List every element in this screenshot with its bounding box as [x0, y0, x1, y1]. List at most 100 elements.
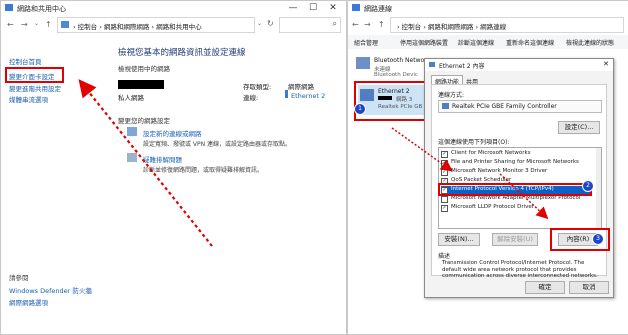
item-checkbox[interactable]: ✓ [441, 169, 448, 176]
tab-panel: 連線方式: Realtek PCIe GBE Family Controller… [431, 84, 610, 279]
network-type: 私人網路 [118, 94, 144, 102]
sidebar-item-media-stream[interactable]: 媒體串流選項 [9, 94, 48, 104]
item-checkbox[interactable]: ✓ [441, 160, 448, 167]
bluetooth-adapter-icon [356, 57, 370, 69]
breadcrumb-item[interactable]: 網路和共用中心 [156, 23, 202, 31]
step-badge-3: 3 [592, 233, 604, 245]
title-bar: 網路連線 [348, 1, 628, 15]
breadcrumb-item[interactable]: 控制台 [402, 23, 422, 31]
see-also-heading: 請參閱 [9, 274, 29, 282]
description-text: Transmission Control Protocol/Internet P… [442, 260, 598, 279]
setup-connection-link[interactable]: 設定新的連線或網路 [143, 128, 202, 138]
sidebar-item-home[interactable]: 控制台首頁 [9, 56, 42, 66]
sidebar-item-change-sharing[interactable]: 變更進階共用設定 [9, 83, 61, 93]
organize-menu[interactable]: 組合管理 [354, 38, 378, 47]
page-title: 檢視您基本的網路資訊並設定連線 [118, 48, 246, 58]
item-label: Microsoft Network Monitor 3 Driver [451, 168, 548, 174]
rename-button[interactable]: 重新命名這個連線 [506, 38, 554, 47]
search-icon: ⌕ [332, 19, 337, 28]
connect-using-label: 連線方式: [438, 92, 465, 99]
window-title: 網路連線 [364, 5, 392, 13]
ethernet-icon [285, 90, 288, 98]
ethernet-icon [429, 62, 435, 67]
forward-icon[interactable]: → [21, 20, 28, 29]
dialog-title-bar: Ethernet 2 內容 ✕ [425, 59, 613, 71]
toolbar: 組合管理 停用這個網路裝置 診斷這個連線 重新命名這個連線 檢視此連線的狀態 [348, 35, 628, 49]
network-name-redacted [118, 80, 164, 89]
list-item[interactable]: ✓ Microsoft Network Monitor 3 Driver [441, 168, 591, 176]
network-sharing-center-window: 網路和共用中心 — ☐ ✕ ← → ⌄ ↑ › 控制台 › 網路和網際網路 › … [0, 0, 347, 335]
maximize-button[interactable]: ☐ [304, 2, 322, 14]
forward-icon[interactable]: → [364, 20, 371, 29]
internet-options-link[interactable]: 網際網路選項 [9, 297, 48, 307]
item-checkbox[interactable] [441, 196, 448, 203]
up-icon[interactable]: ↑ [378, 20, 385, 29]
configure-button[interactable]: 設定(C)... [558, 121, 600, 134]
ethernet-properties-dialog: Ethernet 2 內容 ✕ 網路功能 共用 連線方式: Realtek PC… [424, 58, 614, 298]
dialog-close-icon[interactable]: ✕ [603, 60, 609, 68]
defender-firewall-link[interactable]: Windows Defender 防火牆 [9, 285, 92, 295]
adapter-bluetooth[interactable]: Bluetooth Netwo 未連線 Bluetooth Devic [356, 55, 426, 81]
list-scrollbar[interactable] [596, 148, 601, 228]
access-type-value: 網際網路 [288, 83, 314, 91]
disable-device-button[interactable]: 停用這個網路裝置 [400, 38, 448, 47]
adapter-box: Realtek PCIe GBE Family Controller [438, 100, 602, 113]
connection-link[interactable]: Ethernet 2 [291, 92, 325, 100]
nic-icon [442, 103, 449, 109]
refresh-icon[interactable]: ↻ [267, 19, 274, 28]
active-networks-heading: 檢視使用中的網路 [118, 65, 170, 73]
address-dropdown-icon[interactable]: ⌄ [257, 20, 262, 27]
breadcrumb: › 控制台 › 網路和網際網路 › 網路連線 [397, 23, 507, 31]
item-label: File and Printer Sharing for Microsoft N… [451, 159, 579, 165]
network-icon [352, 4, 360, 11]
status-button[interactable]: 檢視此連線的狀態 [566, 38, 614, 47]
search-input[interactable]: ⌕ [279, 17, 341, 33]
items-label: 這個連線使用下列項目(O): [438, 139, 510, 146]
access-type-label: 存取類型: [243, 83, 272, 91]
step-badge-2: 2 [582, 180, 594, 192]
connections-label: 連線: [243, 94, 259, 102]
step-badge-1: 1 [354, 103, 366, 115]
new-connection-icon [127, 127, 137, 136]
list-item[interactable]: ✓ Client for Microsoft Networks [441, 150, 591, 158]
cancel-button[interactable]: 取消 [569, 281, 609, 294]
item-label: Client for Microsoft Networks [451, 150, 531, 156]
description-label: 描述 [438, 253, 451, 260]
change-adapter-highlight [5, 67, 64, 83]
diagnose-button[interactable]: 診斷這個連線 [458, 38, 494, 47]
adapter-name: Realtek PCIe GBE Family Controller [452, 103, 557, 110]
breadcrumb-item[interactable]: 網路連線 [480, 23, 506, 31]
breadcrumb-item[interactable]: 控制台 [78, 23, 98, 31]
back-icon[interactable]: ← [7, 20, 14, 29]
close-button[interactable]: ✕ [324, 2, 342, 14]
ok-button[interactable]: 確定 [525, 281, 565, 294]
control-panel-icon [61, 21, 69, 28]
breadcrumb-item[interactable]: 網路和網際網路 [104, 23, 150, 31]
address-bar[interactable]: › 控制台 › 網路和網際網路 › 網路和共用中心 [57, 17, 255, 33]
up-icon[interactable]: ↑ [45, 20, 52, 29]
adapter-device: Bluetooth Devic [374, 72, 418, 78]
history-chevron-icon[interactable]: ⌄ [34, 20, 39, 27]
troubleshoot-desc: 診斷並修復網路問題，或取得疑難排解資訊。 [143, 167, 264, 174]
uninstall-button[interactable]: 解除安裝(U) [492, 233, 538, 246]
list-item[interactable]: ✓ File and Printer Sharing for Microsoft… [441, 159, 591, 167]
item-checkbox[interactable]: ✓ [441, 151, 448, 158]
network-icon [5, 4, 13, 11]
troubleshoot-icon [127, 153, 137, 162]
item-label: Microsoft LLDP Protocol Driver [451, 204, 535, 210]
list-item[interactable]: Microsoft Network Adapter Multiplexor Pr… [441, 195, 591, 203]
change-settings-heading: 變更您的網路設定 [118, 117, 170, 125]
address-bar[interactable]: › 控制台 › 網路和網際網路 › 網路連線 [390, 17, 624, 33]
breadcrumb: › 控制台 › 網路和網際網路 › 網路和共用中心 [73, 23, 202, 31]
window-title: 網路和共用中心 [17, 5, 66, 13]
breadcrumb-item[interactable]: 網路和網際網路 [428, 23, 474, 31]
ipv4-highlight [438, 183, 592, 196]
list-item[interactable]: ✓ Microsoft LLDP Protocol Driver [441, 204, 591, 212]
setup-connection-desc: 設定寬頻、撥號或 VPN 連線，或設定路由器或存取點。 [143, 141, 292, 148]
item-checkbox[interactable]: ✓ [441, 205, 448, 212]
install-button[interactable]: 安裝(N)... [438, 233, 480, 246]
minimize-button[interactable]: — [284, 2, 302, 14]
adapter-name: Bluetooth Netwo [374, 57, 425, 64]
back-icon[interactable]: ← [352, 20, 359, 29]
troubleshoot-link[interactable]: 疑難排解問題 [143, 154, 182, 164]
